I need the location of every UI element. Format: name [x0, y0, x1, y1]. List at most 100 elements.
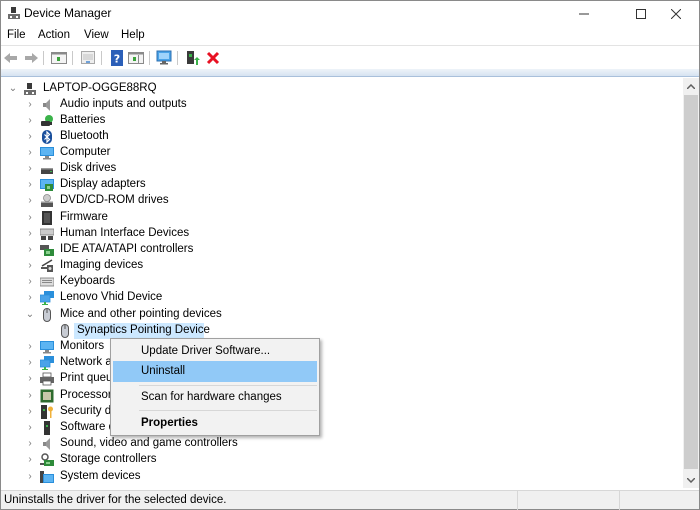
menu-item-label: Scan for hardware changes [141, 391, 282, 403]
context-menu: Update Driver Software... Uninstall Scan… [110, 338, 320, 436]
tree-item-lenovo-vhid[interactable]: › Lenovo Vhid Device [2, 290, 662, 306]
chevron-right-icon[interactable]: › [25, 146, 35, 160]
show-hide-console-tree-button[interactable] [51, 50, 67, 66]
chevron-right-icon[interactable]: › [25, 470, 35, 484]
forward-arrow-icon [25, 53, 38, 63]
scroll-up-button[interactable] [683, 78, 699, 94]
back-button[interactable] [3, 50, 19, 66]
tree-item-storage[interactable]: › Storage controllers [2, 452, 662, 468]
tree-item-label: Monitors [60, 340, 105, 352]
tree-item-system-devices[interactable]: › System devices [2, 469, 662, 485]
tree-item-audio[interactable]: › Audio inputs and outputs [2, 97, 662, 113]
chevron-right-icon[interactable]: › [25, 372, 35, 386]
close-button[interactable] [653, 1, 699, 27]
chevron-right-icon[interactable]: › [25, 437, 35, 451]
chevron-right-icon[interactable]: › [25, 114, 35, 128]
camera-icon [41, 259, 53, 272]
show-hide-console-tree-icon [51, 52, 67, 64]
chevron-down-icon[interactable]: ⌄ [8, 82, 18, 96]
help-icon: ? [111, 50, 123, 66]
properties-button[interactable] [80, 50, 96, 66]
tree-item-label: Lenovo Vhid Device [60, 291, 163, 303]
menu-item-scan-hardware[interactable]: Scan for hardware changes [113, 387, 317, 408]
tree-item-dvd-drives[interactable]: › DVD/CD-ROM drives [2, 193, 662, 209]
tree-item-network[interactable]: › Network adapters [2, 355, 662, 371]
tree-item-bluetooth[interactable]: › Bluetooth [2, 129, 662, 145]
tree-item-firmware[interactable]: › Firmware [2, 210, 662, 226]
tree-item-label: Imaging devices [60, 259, 144, 271]
uninstall-device-button[interactable] [205, 50, 221, 66]
toolbar-separator [177, 51, 178, 65]
tree-item-software[interactable]: › Software devices [2, 420, 662, 436]
chevron-right-icon[interactable]: › [25, 259, 35, 273]
speaker-icon [43, 438, 50, 450]
device-manager-window: Device Manager File Action View Help ? ⌄… [0, 0, 700, 510]
chevron-right-icon[interactable]: › [25, 453, 35, 467]
tree-item-print-queues[interactable]: › Print queues [2, 371, 662, 387]
chevron-right-icon[interactable]: › [25, 243, 35, 257]
tree-item-label: IDE ATA/ATAPI controllers [60, 243, 194, 255]
bluetooth-icon [42, 130, 52, 144]
vertical-scrollbar[interactable] [683, 78, 699, 488]
scroll-down-button[interactable] [683, 472, 699, 488]
chevron-right-icon[interactable]: › [25, 356, 35, 370]
forward-button[interactable] [23, 50, 39, 66]
menu-item-update-driver[interactable]: Update Driver Software... [113, 341, 317, 362]
chevron-right-icon[interactable]: › [25, 130, 35, 144]
chevron-right-icon[interactable]: › [25, 389, 35, 403]
menu-item-properties[interactable]: Properties [113, 413, 317, 434]
menu-action[interactable]: Action [38, 29, 70, 41]
tree-item-monitors[interactable]: › Monitors [2, 339, 662, 355]
tree-item-ide[interactable]: › IDE ATA/ATAPI controllers [2, 242, 662, 258]
system-folder-icon [40, 471, 54, 483]
update-driver-icon [187, 51, 200, 65]
update-driver-button[interactable] [184, 50, 200, 66]
menu-view[interactable]: View [84, 29, 109, 41]
tree-item-computer[interactable]: › Computer [2, 145, 662, 161]
tree-item-display-adapters[interactable]: › Display adapters [2, 177, 662, 193]
tree-item-imaging[interactable]: › Imaging devices [2, 258, 662, 274]
svg-text:?: ? [114, 53, 120, 66]
tree-item-hid[interactable]: › Human Interface Devices [2, 226, 662, 242]
help-button[interactable]: ? [109, 50, 125, 66]
battery-icon [41, 115, 53, 126]
chevron-right-icon[interactable]: › [25, 405, 35, 419]
chevron-right-icon[interactable]: › [25, 340, 35, 354]
tree-item-security[interactable]: › Security devices [2, 404, 662, 420]
back-arrow-icon [4, 53, 17, 63]
tree-root-row[interactable]: ⌄ LAPTOP-OGGE88RQ [2, 81, 662, 97]
network-adapter-icon [40, 356, 54, 370]
tree-item-synaptics[interactable]: Synaptics Pointing Device [2, 323, 662, 339]
action-pane-button[interactable] [128, 50, 144, 66]
chevron-down-icon[interactable]: ⌄ [25, 308, 35, 322]
tree-item-sound[interactable]: › Sound, video and game controllers [2, 436, 662, 452]
tree-item-label: Human Interface Devices [60, 227, 190, 239]
chevron-right-icon[interactable]: › [25, 227, 35, 241]
chevron-right-icon[interactable]: › [25, 421, 35, 435]
scan-hardware-button[interactable] [156, 50, 172, 66]
chevron-right-icon[interactable]: › [25, 162, 35, 176]
computer-root-icon [24, 83, 36, 95]
menu-file[interactable]: File [7, 29, 26, 41]
status-bar: Uninstalls the driver for the selected d… [1, 490, 699, 510]
tree-item-label: Computer [60, 146, 111, 158]
minimize-button[interactable] [561, 1, 607, 27]
tree-item-keyboards[interactable]: › Keyboards [2, 274, 662, 290]
chevron-right-icon[interactable]: › [25, 211, 35, 225]
storage-controller-icon [40, 453, 54, 466]
menu-item-uninstall[interactable]: Uninstall [113, 361, 317, 382]
chevron-right-icon[interactable]: › [25, 291, 35, 305]
scrollbar-thumb[interactable] [684, 95, 698, 469]
monitor-icon [40, 341, 54, 354]
chevron-right-icon[interactable]: › [25, 275, 35, 289]
tree-item-label: Storage controllers [60, 453, 157, 465]
tree-item-mice[interactable]: ⌄ Mice and other pointing devices [2, 307, 662, 323]
tree-item-batteries[interactable]: › Batteries [2, 113, 662, 129]
chevron-right-icon[interactable]: › [25, 98, 35, 112]
menu-help[interactable]: Help [121, 29, 145, 41]
chevron-right-icon[interactable]: › [25, 194, 35, 208]
display-adapter-icon [40, 179, 54, 191]
tree-item-processors[interactable]: › Processors [2, 388, 662, 404]
chevron-right-icon[interactable]: › [25, 178, 35, 192]
tree-item-disk-drives[interactable]: › Disk drives [2, 161, 662, 177]
